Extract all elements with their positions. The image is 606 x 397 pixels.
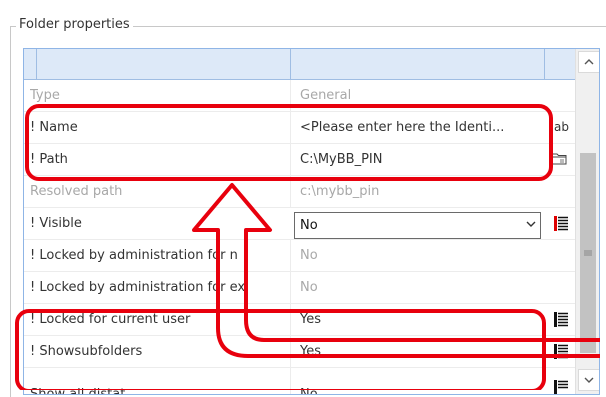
- highlight-rect-name-path: [25, 104, 553, 181]
- annotation-overlay: [15, 104, 600, 390]
- highlight-rect-bottom-rows: [15, 309, 546, 390]
- arrow-up-icon: [192, 183, 600, 358]
